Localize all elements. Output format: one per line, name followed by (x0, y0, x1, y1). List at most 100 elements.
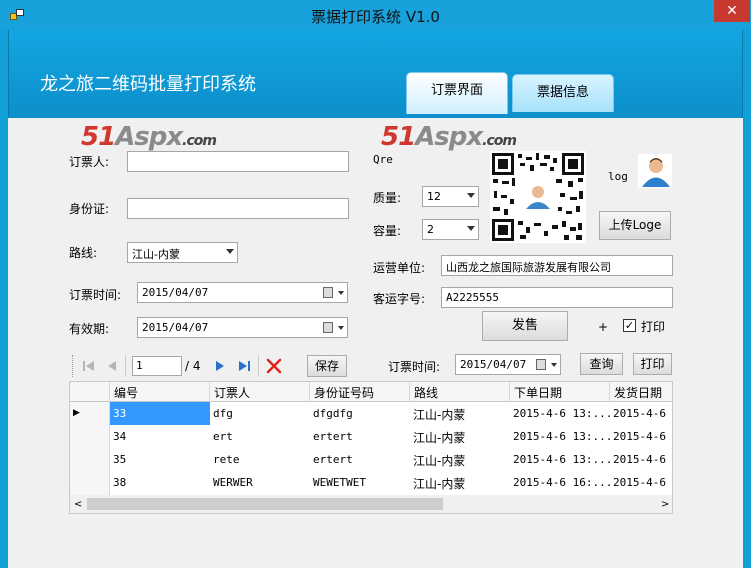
search-date-picker[interactable]: 2015/04/07 (455, 354, 561, 375)
grid-cell[interactable]: 2015-4-6 13 (610, 448, 672, 471)
transport-label: 客运字号: (373, 292, 426, 306)
chevron-down-icon (467, 226, 475, 231)
plus-label: + (598, 320, 609, 334)
upload-logo-button[interactable]: 上传Loge (599, 211, 671, 240)
print-checkbox-label: 打印 (641, 320, 666, 334)
quality-value: 12 (427, 190, 441, 203)
route-select[interactable]: 江山-内蒙 (127, 242, 238, 263)
move-next-icon[interactable] (214, 360, 226, 375)
separator (125, 355, 126, 377)
grid-cell[interactable]: 2015-4-6 13:... (510, 425, 610, 448)
column-header[interactable]: 订票人 (210, 382, 310, 402)
grid-cell[interactable]: 2015-4-6 16:... (510, 471, 610, 494)
column-header[interactable]: 路线 (410, 382, 510, 402)
quality-label: 质量: (373, 191, 402, 205)
capacity-select[interactable]: 2 (422, 219, 479, 240)
capacity-value: 2 (427, 223, 434, 236)
query-button[interactable]: 查询 (580, 353, 623, 375)
log-label: log (608, 170, 628, 183)
order-time-label: 订票时间: (69, 288, 122, 302)
grid-cell[interactable]: 34 (110, 425, 210, 448)
row-header[interactable] (70, 425, 110, 448)
grid-cell[interactable]: ert (210, 425, 310, 448)
idcard-label: 身份证: (69, 202, 110, 216)
valid-date-picker[interactable]: 2015/04/07 (137, 317, 348, 338)
column-header[interactable]: 下单日期 (510, 382, 610, 402)
booker-label: 订票人: (69, 155, 110, 169)
row-header[interactable]: ▶ (70, 402, 110, 425)
row-header[interactable] (70, 471, 110, 494)
move-last-icon[interactable] (237, 360, 251, 375)
operator-label: 运营单位: (373, 261, 426, 275)
grid-cell[interactable]: 33 (110, 402, 210, 425)
calendar-icon (323, 322, 333, 333)
chevron-down-icon (338, 326, 344, 330)
window-title: 票据打印系统 V1.0 (311, 8, 440, 26)
close-button[interactable]: ✕ (714, 0, 750, 22)
scrollbar-thumb[interactable] (87, 498, 443, 510)
tab-order-screen[interactable]: 订票界面 (406, 72, 508, 114)
column-header[interactable]: 编号 (110, 382, 210, 402)
grid-cell[interactable]: dfgdfg (310, 402, 410, 425)
column-header[interactable]: 发货日期 (610, 382, 672, 402)
position-input[interactable]: 1 (132, 356, 182, 376)
issue-button[interactable]: 发售 (482, 311, 568, 341)
move-first-icon[interactable] (82, 360, 96, 375)
operator-input[interactable]: 山西龙之旅国际旅游发展有限公司 (441, 255, 673, 276)
grid-cell[interactable]: 2015-4-6 13:... (510, 448, 610, 471)
search-date-value: 2015/04/07 (460, 358, 527, 371)
grid-cell[interactable]: 2015-4-6 13 (610, 425, 672, 448)
tab-ticket-info[interactable]: 票据信息 (512, 74, 614, 112)
grid-cell[interactable]: WEWETWET (310, 471, 410, 494)
order-time-picker[interactable]: 2015/04/07 (137, 282, 348, 303)
print-checkbox[interactable]: ✓ (623, 319, 636, 332)
row-header[interactable] (70, 448, 110, 471)
grid-cell[interactable]: 38 (110, 471, 210, 494)
title-bar: 票据打印系统 V1.0 ✕ (0, 0, 751, 30)
valid-date-value: 2015/04/07 (142, 321, 209, 334)
booker-input[interactable] (127, 151, 349, 172)
scroll-right-icon[interactable]: > (661, 499, 669, 510)
qr-code-image (490, 151, 586, 243)
capacity-label: 容量: (373, 224, 402, 238)
separator (258, 355, 259, 377)
avatar (638, 154, 672, 188)
data-grid[interactable]: 编号 订票人 身份证号码 路线 下单日期 发货日期 ▶ 33 dfg dfgdfg 江山… (69, 381, 673, 514)
grid-cell[interactable]: 江山-内蒙 (410, 448, 510, 471)
chevron-down-icon (551, 363, 557, 367)
calendar-icon (536, 359, 546, 370)
grid-cell[interactable]: 江山-内蒙 (410, 471, 510, 494)
logo-left: 51Aspx.com (81, 122, 217, 152)
route-label: 路线: (69, 246, 98, 260)
move-previous-icon[interactable] (106, 360, 118, 375)
column-header[interactable]: 身份证号码 (310, 382, 410, 402)
grid-cell[interactable]: 2015-4-6 16 (610, 471, 672, 494)
idcard-input[interactable] (127, 198, 349, 219)
save-button[interactable]: 保存 (307, 355, 347, 377)
grid-cell[interactable]: 江山-内蒙 (410, 425, 510, 448)
grid-cell[interactable]: 35 (110, 448, 210, 471)
calendar-icon (323, 287, 333, 298)
grid-cell[interactable]: 2015-4-6 13:... (510, 402, 610, 425)
grid-cell[interactable]: rete (210, 448, 310, 471)
status-bar (8, 538, 743, 568)
scroll-left-icon[interactable]: < (74, 499, 82, 510)
grid-cell[interactable]: dfg (210, 402, 310, 425)
grid-print-button[interactable]: 打印 (633, 353, 672, 375)
grid-cell[interactable]: 2015-4-6 13 (610, 402, 672, 425)
valid-label: 有效期: (69, 322, 110, 336)
transport-input[interactable]: A2225555 (441, 287, 673, 308)
grid-cell[interactable]: ertert (310, 448, 410, 471)
chevron-down-icon (226, 249, 234, 254)
route-value: 江山-内蒙 (132, 248, 180, 261)
grid-cell[interactable]: ertert (310, 425, 410, 448)
delete-icon[interactable] (266, 358, 282, 377)
horizontal-scrollbar[interactable]: < > (70, 495, 672, 513)
logo-right: 51Aspx.com (381, 122, 517, 152)
toolbar-grip (72, 355, 74, 377)
quality-select[interactable]: 12 (422, 186, 479, 207)
grid-cell[interactable]: 江山-内蒙 (410, 402, 510, 425)
app-heading: 龙之旅二维码批量打印系统 (40, 74, 256, 95)
grid-cell[interactable]: WERWER (210, 471, 310, 494)
search-order-time-label: 订票时间: (388, 360, 441, 374)
